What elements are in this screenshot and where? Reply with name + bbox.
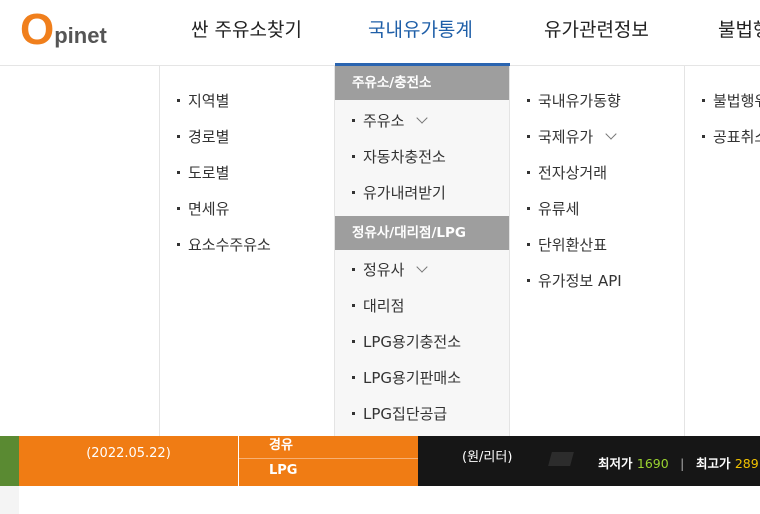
- menu-item-price-api[interactable]: 유가정보 API: [527, 270, 622, 291]
- menu-column-illegal: 불법행위 공표취소: [684, 66, 760, 436]
- banner-below-area: [0, 486, 760, 514]
- category-station-charging: 주유소/충전소: [335, 66, 510, 100]
- active-nav-underline: [335, 63, 510, 66]
- menu-item-urea[interactable]: 요소수주유소: [177, 234, 271, 255]
- fuel-tab-divider: [239, 458, 419, 459]
- price-unit: (원/리터): [462, 450, 513, 465]
- content-box-right: [418, 486, 760, 514]
- decorative-chip: [548, 452, 574, 466]
- menu-item-lpg-sales[interactable]: LPG용기판매소: [352, 367, 461, 388]
- menu-item-illegal-act[interactable]: 불법행위: [702, 90, 760, 111]
- site-header: O pinet 싼 주유소찾기 국내유가통계 유가관련정보 불법행: [0, 0, 760, 66]
- nav-domestic-price-stats[interactable]: 국내유가통계: [368, 15, 473, 42]
- menu-item-fuel-tax[interactable]: 유류세: [527, 198, 579, 219]
- menu-item-price-download[interactable]: 유가내려받기: [352, 182, 446, 203]
- menu-item-intl-price[interactable]: 국제유가: [527, 126, 617, 147]
- menu-column-trends: 국내유가동향 국제유가 전자상거래 유류세 단위환산표 유가정보 API: [509, 66, 685, 436]
- banner-image-edge: [0, 436, 19, 486]
- fuel-tab-lpg[interactable]: LPG: [269, 463, 297, 478]
- menu-column-regional: 지역별 경로별 도로별 면세유 요소수주유소: [159, 66, 335, 436]
- menu-item-e-commerce[interactable]: 전자상거래: [527, 162, 607, 183]
- chevron-down-icon: [416, 261, 429, 273]
- menu-item-car-charging[interactable]: 자동차충전소: [352, 146, 446, 167]
- opinet-logo[interactable]: O pinet: [20, 6, 107, 52]
- category-refiner-lpg: 정유사/대리점/LPG: [335, 216, 510, 250]
- menu-item-route[interactable]: 경로별: [177, 126, 229, 147]
- menu-item-unit-conversion[interactable]: 단위환산표: [527, 234, 607, 255]
- chevron-down-icon: [605, 128, 617, 140]
- nav-cheap-station[interactable]: 싼 주유소찾기: [191, 15, 302, 42]
- menu-item-domestic-trend[interactable]: 국내유가동향: [527, 90, 621, 111]
- menu-item-road[interactable]: 도로별: [177, 162, 229, 183]
- price-banner: (2022.05.22) 경유 LPG (원/리터) 최저가 1690 | 최고…: [0, 436, 760, 514]
- menu-item-refiner[interactable]: 정유사: [352, 259, 429, 280]
- nav-illegal[interactable]: 불법행: [718, 15, 760, 42]
- menu-item-taxfree[interactable]: 면세유: [177, 198, 229, 219]
- banner-date-panel: (2022.05.22): [19, 436, 238, 486]
- menu-item-lpg-group[interactable]: LPG집단공급: [352, 403, 447, 424]
- nav-price-info[interactable]: 유가관련정보: [544, 15, 649, 42]
- menu-item-lpg-charging[interactable]: LPG용기충전소: [352, 331, 461, 352]
- banner-fuel-tabs: 경유 LPG: [238, 436, 419, 486]
- menu-item-gas-station[interactable]: 주유소: [352, 110, 429, 131]
- menu-item-announcement-cancel[interactable]: 공표취소: [702, 126, 760, 147]
- menu-item-region[interactable]: 지역별: [177, 90, 229, 111]
- menu-column-stations: 주유소/충전소 주유소 자동차충전소 유가내려받기 정유사/대리점/LPG 정유…: [334, 66, 510, 436]
- banner-date: (2022.05.22): [86, 446, 171, 461]
- content-box-left: [19, 486, 419, 514]
- price-range: 최저가 1690 | 최고가 2891: [598, 456, 760, 471]
- menu-item-agency[interactable]: 대리점: [352, 295, 404, 316]
- banner-price-panel: (원/리터) 최저가 1690 | 최고가 2891: [418, 436, 760, 486]
- mega-menu: 지역별 경로별 도로별 면세유 요소수주유소 주유소/충전소 주유소 자동차충전…: [0, 66, 760, 436]
- chevron-down-icon: [416, 112, 429, 124]
- fuel-tab-diesel[interactable]: 경유: [269, 434, 293, 453]
